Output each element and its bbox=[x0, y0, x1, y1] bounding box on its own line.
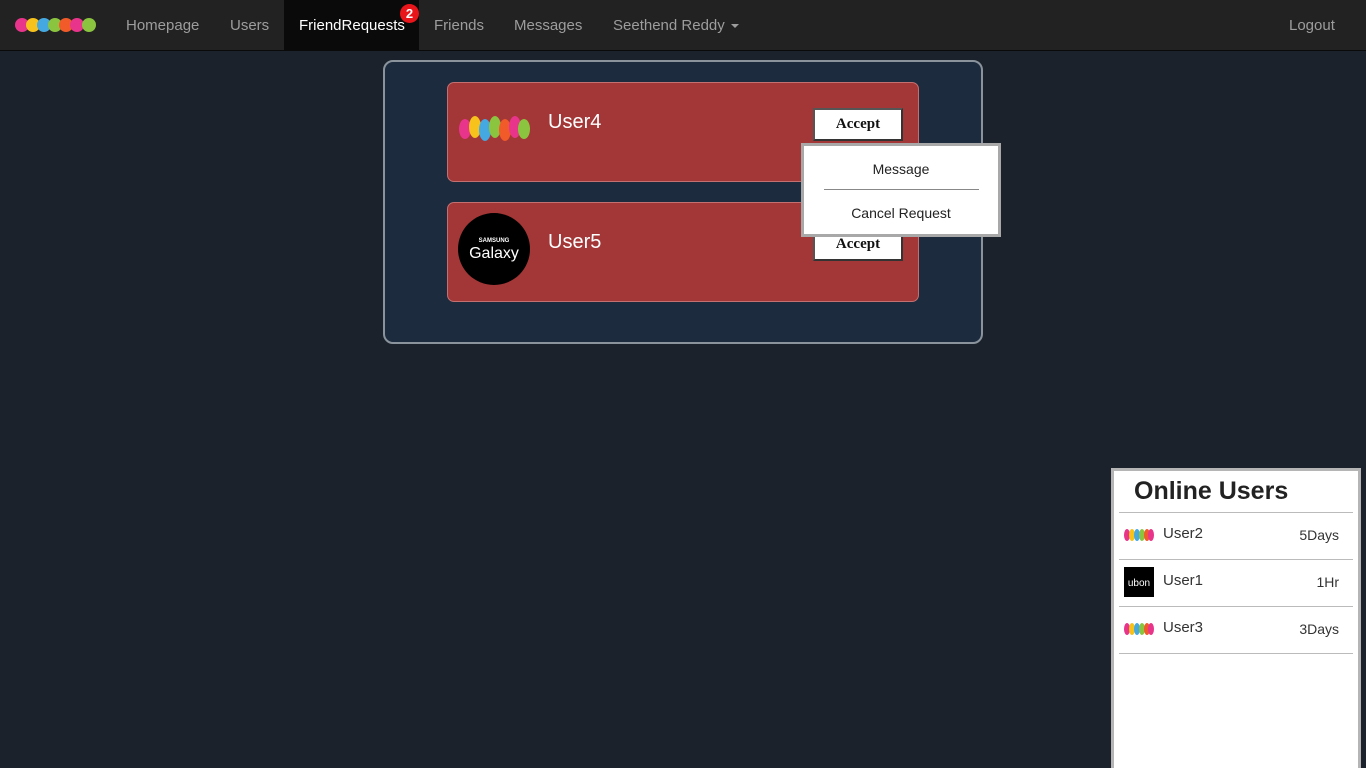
message-option[interactable]: Message bbox=[804, 161, 998, 177]
accept-button[interactable]: Accept bbox=[813, 108, 903, 141]
nav-user-menu[interactable]: Seethend Reddy bbox=[598, 0, 754, 51]
online-user-row[interactable]: ubon User1 1Hr bbox=[1119, 560, 1353, 606]
friends-logo[interactable] bbox=[14, 12, 98, 38]
nav-messages[interactable]: Messages bbox=[499, 0, 597, 51]
ubon-logo-avatar: ubon bbox=[1124, 567, 1154, 597]
friends-logo-avatar bbox=[1124, 529, 1154, 541]
online-users-panel: Online Users User2 5Days ubon User1 1Hr bbox=[1111, 468, 1361, 768]
nav-friends[interactable]: Friends bbox=[419, 0, 499, 51]
nav-homepage[interactable]: Homepage bbox=[111, 0, 214, 51]
friends-logo-avatar bbox=[459, 116, 530, 141]
svg-text:Galaxy: Galaxy bbox=[469, 245, 519, 262]
cancel-request-option[interactable]: Cancel Request bbox=[804, 205, 998, 221]
online-user-row[interactable]: User3 3Days bbox=[1119, 607, 1353, 653]
request-user-name: User5 bbox=[548, 231, 602, 253]
online-user-row[interactable]: User2 5Days bbox=[1119, 513, 1353, 559]
request-options-dropdown: Message Cancel Request bbox=[801, 143, 1001, 237]
caret-down-icon bbox=[730, 24, 739, 29]
svg-text:ubon: ubon bbox=[1128, 578, 1150, 589]
online-users-title: Online Users bbox=[1134, 477, 1289, 505]
nav-users[interactable]: Users bbox=[215, 0, 284, 51]
last-seen-time: 1Hr bbox=[1316, 574, 1339, 590]
logout-link[interactable]: Logout bbox=[1274, 0, 1350, 51]
notification-badge: 2 bbox=[400, 4, 419, 23]
user-menu-label: Seethend Reddy bbox=[613, 17, 725, 34]
online-user-name: User3 bbox=[1163, 619, 1204, 636]
friends-logo-avatar bbox=[1124, 623, 1154, 635]
nav-friend-requests-label: FriendRequests bbox=[299, 17, 405, 34]
svg-text:SAMSUNG: SAMSUNG bbox=[479, 238, 510, 244]
online-user-name: User1 bbox=[1163, 572, 1204, 589]
navbar: Homepage Users FriendRequests 2 Friends … bbox=[0, 0, 1366, 51]
last-seen-time: 5Days bbox=[1299, 527, 1339, 543]
divider bbox=[1119, 653, 1353, 654]
nav-friend-requests[interactable]: FriendRequests 2 bbox=[284, 0, 419, 51]
request-user-name: User4 bbox=[548, 111, 602, 133]
samsung-galaxy-avatar: SAMSUNG Galaxy bbox=[458, 213, 530, 285]
online-user-name: User2 bbox=[1163, 525, 1204, 542]
last-seen-time: 3Days bbox=[1299, 621, 1339, 637]
dropdown-divider bbox=[824, 189, 979, 190]
